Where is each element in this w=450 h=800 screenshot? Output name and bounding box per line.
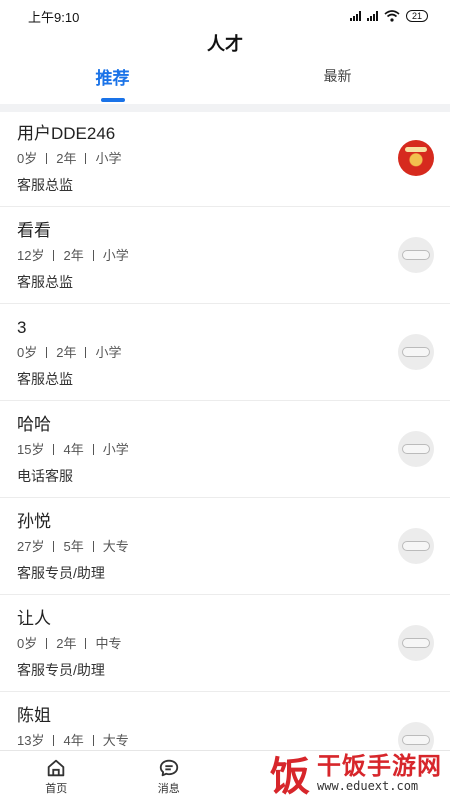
status-bar: 上午9:10 21 <box>0 0 450 32</box>
candidate-age: 27岁 <box>17 539 45 554</box>
watermark-text: 干饭手游网 www.eduext.com <box>317 753 442 793</box>
candidate-item[interactable]: 哈哈 15岁 4年 小学 电话客服 <box>0 401 450 498</box>
home-icon <box>48 759 65 777</box>
nav-home-label: 首页 <box>45 783 68 795</box>
wifi-icon <box>384 10 400 22</box>
candidate-meta: 0岁 2年 中专 <box>17 635 450 653</box>
candidate-meta: 0岁 2年 小学 <box>17 150 450 168</box>
candidate-education: 小学 <box>95 345 122 360</box>
candidate-position: 客服总监 <box>17 371 73 387</box>
battery-icon: 21 <box>405 10 428 22</box>
status-icons: 21 <box>349 10 428 22</box>
watermark-url: www.eduext.com <box>317 779 419 793</box>
red-envelope-avatar <box>398 140 434 176</box>
message-icon <box>159 759 178 777</box>
tab-bar: 推荐 最新 <box>0 60 450 104</box>
candidate-age: 12岁 <box>17 248 45 263</box>
candidate-experience: 2年 <box>56 636 77 651</box>
candidate-name: 陈姐 <box>17 706 51 725</box>
watermark-title: 干饭手游网 <box>317 752 442 780</box>
candidate-meta: 0岁 2年 小学 <box>17 344 450 362</box>
default-avatar <box>398 528 434 564</box>
candidate-meta: 15岁 4年 小学 <box>17 441 450 459</box>
candidate-item[interactable]: 用户DDE246 0岁 2年 小学 客服总监 <box>0 110 450 207</box>
candidate-meta: 13岁 4年 大专 <box>17 732 450 750</box>
candidate-name: 用户DDE246 <box>17 124 116 143</box>
signal-icon <box>366 11 378 21</box>
candidate-experience: 2年 <box>56 345 77 360</box>
candidate-name: 3 <box>17 318 27 337</box>
candidate-age: 0岁 <box>17 345 38 360</box>
candidate-education: 小学 <box>102 248 129 263</box>
default-avatar <box>398 431 434 467</box>
candidate-education: 大专 <box>102 539 129 554</box>
tab-recommended[interactable]: 推荐 <box>0 60 225 104</box>
candidate-position: 客服专员/助理 <box>17 565 105 581</box>
signal-icon <box>349 11 361 21</box>
candidate-age: 0岁 <box>17 636 38 651</box>
nav-messages-label: 消息 <box>157 783 180 795</box>
candidate-education: 小学 <box>95 151 122 166</box>
tab-latest[interactable]: 最新 <box>225 60 450 104</box>
candidate-position: 客服总监 <box>17 274 73 290</box>
candidate-age: 15岁 <box>17 442 45 457</box>
candidate-name: 让人 <box>17 609 51 628</box>
candidate-name: 哈哈 <box>17 415 51 434</box>
default-avatar <box>398 334 434 370</box>
candidate-age: 0岁 <box>17 151 38 166</box>
candidate-position: 客服总监 <box>17 177 73 193</box>
default-avatar <box>398 237 434 273</box>
watermark-logo: 饭 <box>270 753 310 800</box>
candidate-education: 小学 <box>102 442 129 457</box>
candidate-position: 客服专员/助理 <box>17 662 105 678</box>
watermark: 饭 干饭手游网 www.eduext.com <box>267 750 442 800</box>
candidate-experience: 2年 <box>63 248 84 263</box>
candidate-meta: 27岁 5年 大专 <box>17 538 450 556</box>
nav-messages[interactable]: 消息 <box>113 751 226 800</box>
nav-home[interactable]: 首页 <box>0 751 113 800</box>
candidate-name: 看看 <box>17 221 51 240</box>
candidate-item[interactable]: 孙悦 27岁 5年 大专 客服专员/助理 <box>0 498 450 595</box>
candidate-age: 13岁 <box>17 733 45 748</box>
candidate-education: 中专 <box>95 636 122 651</box>
candidate-list: 用户DDE246 0岁 2年 小学 客服总监 看看 12岁 2年 小学 客服总监 3 0… <box>0 110 450 750</box>
status-time: 上午9:10 <box>28 9 80 25</box>
page-title: 人才 <box>207 34 243 54</box>
candidate-experience: 5年 <box>63 539 84 554</box>
candidate-item[interactable]: 看看 12岁 2年 小学 客服总监 <box>0 207 450 304</box>
candidate-experience: 4年 <box>63 733 84 748</box>
candidate-name: 孙悦 <box>17 512 51 531</box>
candidate-meta: 12岁 2年 小学 <box>17 247 450 265</box>
candidate-experience: 2年 <box>56 151 77 166</box>
candidate-position: 电话客服 <box>17 468 73 484</box>
candidate-item[interactable]: 3 0岁 2年 小学 客服总监 <box>0 304 450 401</box>
candidate-item[interactable]: 陈姐 13岁 4年 大专 <box>0 692 450 750</box>
candidate-item[interactable]: 让人 0岁 2年 中专 客服专员/助理 <box>0 595 450 692</box>
candidate-education: 大专 <box>102 733 129 748</box>
candidate-experience: 4年 <box>63 442 84 457</box>
default-avatar <box>398 625 434 661</box>
default-avatar <box>398 722 434 750</box>
